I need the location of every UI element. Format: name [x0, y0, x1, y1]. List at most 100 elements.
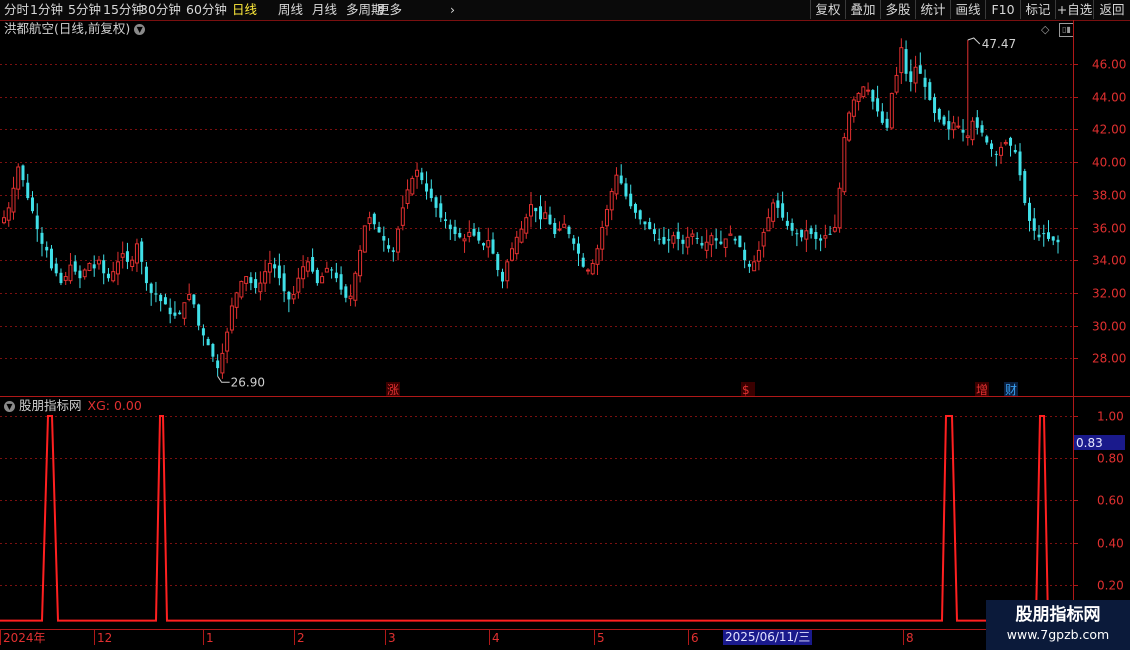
- tool-button-1[interactable]: 叠加: [845, 0, 880, 19]
- candle-body: [885, 118, 889, 128]
- candle-body: [234, 292, 239, 308]
- candle-body: [548, 214, 552, 225]
- candle-body: [324, 267, 329, 273]
- period-5[interactable]: 60分钟: [186, 1, 227, 19]
- diamond-icon[interactable]: ◇: [1041, 23, 1049, 36]
- candle-body: [723, 238, 728, 248]
- candle-body: [676, 231, 680, 239]
- candle-body: [980, 125, 984, 133]
- candle-body: [78, 270, 82, 279]
- candle-body: [420, 172, 424, 181]
- candle-body: [358, 249, 363, 277]
- candle-body: [45, 246, 49, 251]
- tool-button-2[interactable]: 多股: [880, 0, 915, 19]
- candle-body: [951, 122, 956, 131]
- period-0[interactable]: 分时: [4, 1, 29, 19]
- candle-body: [168, 307, 172, 315]
- period-1[interactable]: 1分钟: [30, 1, 63, 19]
- candle-body: [814, 232, 818, 239]
- candle-body: [1023, 171, 1027, 203]
- tool-button-5[interactable]: F10: [985, 0, 1020, 19]
- candle-body: [439, 203, 443, 218]
- period-2[interactable]: 5分钟: [68, 1, 101, 19]
- period-3[interactable]: 15分钟: [103, 1, 144, 19]
- candle-body: [267, 262, 272, 273]
- y-tick-label: 40.00: [1092, 156, 1126, 170]
- candle-body: [913, 66, 918, 84]
- chevron-down-icon[interactable]: ▼: [4, 401, 15, 412]
- candle-body: [462, 238, 467, 242]
- candle-body: [339, 274, 343, 290]
- window-toggle-icon[interactable]: ▯▮: [1059, 23, 1074, 37]
- candle-body: [282, 273, 286, 292]
- date-label: 2: [297, 631, 305, 645]
- chevron-down-icon[interactable]: ▼: [134, 24, 146, 35]
- date-label: 12: [97, 631, 113, 645]
- candle-body: [320, 276, 325, 284]
- event-mark-bg: [975, 382, 989, 396]
- kline-chart[interactable]: 46.00 44.00 42.00 40.00 38.00 36.00 34.00 32.00…: [0, 0, 1130, 650]
- date-label: 4: [492, 631, 500, 645]
- candle-body: [159, 294, 163, 302]
- period-7[interactable]: 周线: [278, 1, 303, 19]
- tool-button-8[interactable]: 返回: [1093, 0, 1130, 19]
- event-mark: $: [742, 383, 750, 397]
- chevron-right-icon[interactable]: ›: [450, 1, 455, 19]
- candle-body: [681, 239, 685, 244]
- event-mark: 涨: [387, 382, 399, 397]
- tool-button-7[interactable]: +自选: [1055, 0, 1093, 19]
- candle-body: [434, 197, 438, 208]
- candle-body: [562, 223, 567, 228]
- candle-body: [206, 338, 210, 346]
- candle-body: [648, 222, 652, 230]
- candle-body: [624, 183, 628, 197]
- candle-body: [301, 266, 306, 280]
- ind-y-tick-label: 0.20: [1097, 579, 1124, 593]
- indicator-title[interactable]: ▼ 股朋指标网 XG: 0.00: [4, 398, 142, 414]
- period-8[interactable]: 月线: [312, 1, 337, 19]
- high-price-label: 47.47: [982, 37, 1016, 51]
- candle-body: [510, 248, 515, 261]
- candle-body: [149, 283, 153, 293]
- event-mark-bg: [1004, 382, 1018, 396]
- period-10[interactable]: 更多: [377, 1, 402, 19]
- candle-body: [187, 294, 192, 300]
- candle-body: [771, 202, 776, 222]
- candle-body: [1051, 236, 1055, 241]
- candle-body: [662, 236, 666, 244]
- event-mark-bg: [386, 382, 400, 396]
- candle-body: [367, 217, 372, 224]
- candle-body: [933, 97, 937, 114]
- period-4[interactable]: 30分钟: [140, 1, 181, 19]
- candle-body: [249, 277, 253, 284]
- candle-body: [842, 137, 847, 193]
- candle-body: [472, 228, 476, 236]
- tool-button-6[interactable]: 标记: [1020, 0, 1055, 19]
- candle-body: [538, 206, 542, 220]
- candle-body: [477, 231, 481, 241]
- candle-body: [1037, 234, 1041, 238]
- candle-body: [273, 264, 277, 269]
- candle-body: [790, 222, 794, 231]
- tool-button-0[interactable]: 复权: [810, 0, 845, 19]
- candle-body: [889, 92, 894, 129]
- watermark-logo: 股朋指标网 www.7gpzb.com: [986, 600, 1130, 650]
- tool-button-3[interactable]: 统计: [915, 0, 950, 19]
- candle-body: [491, 239, 495, 254]
- candle-body: [643, 221, 647, 225]
- candle-body: [448, 224, 452, 230]
- candle-body: [985, 136, 989, 143]
- candle-body: [68, 264, 73, 282]
- main-chart-title[interactable]: 洪都航空(日线,前复权) ▼: [4, 21, 146, 37]
- candle-body: [40, 232, 44, 244]
- cursor-value: 0.83: [1076, 436, 1103, 450]
- candle-body: [553, 222, 557, 235]
- candle-body: [965, 135, 970, 139]
- tool-button-4[interactable]: 画线: [950, 0, 985, 19]
- period-6[interactable]: 日线: [232, 1, 257, 19]
- candle-body: [102, 260, 106, 274]
- candle-body: [216, 360, 220, 369]
- candle-body: [956, 125, 961, 128]
- candle-body: [2, 217, 6, 224]
- candle-body: [557, 228, 562, 231]
